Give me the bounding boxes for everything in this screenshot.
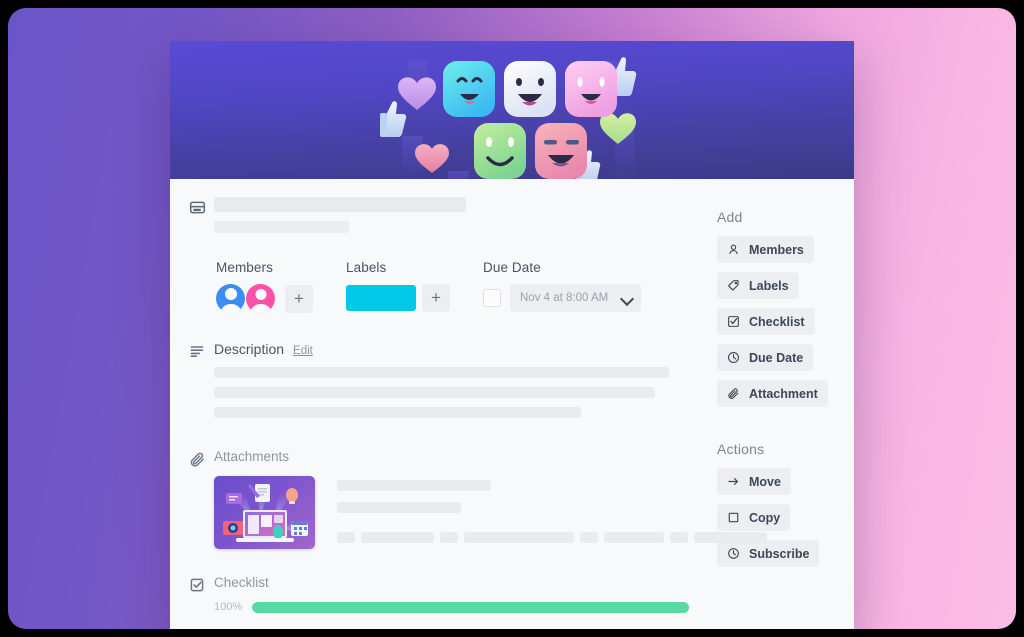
person-icon <box>727 243 740 256</box>
chevron-down-icon <box>622 293 633 304</box>
description-section: Description Edit <box>170 341 703 427</box>
description-lines-icon <box>180 341 214 427</box>
card-meta-row: Members + Labels + Due Date Nov 4 at 8:0… <box>170 233 703 313</box>
description-title: Description <box>214 341 285 357</box>
paperclip-icon <box>180 449 214 549</box>
sidebar-add-members-label: Members <box>749 242 804 257</box>
sidebar-add-labels-label: Labels <box>749 278 789 293</box>
card-title-row <box>170 197 703 233</box>
sidebar-add-checklist[interactable]: Checklist <box>717 308 815 335</box>
sidebar-add-members[interactable]: Members <box>717 236 814 263</box>
attachments-title: Attachments <box>214 449 290 464</box>
clock-icon <box>727 351 740 364</box>
sidebar-add-attachment-label: Attachment <box>749 386 818 401</box>
emoji-smirk-face <box>535 123 587 179</box>
checklist-section: Checklist 100% <box>170 575 703 613</box>
emoji-surprised-face <box>565 61 617 117</box>
banner-illustration <box>380 57 637 179</box>
background-gradient: Members + Labels + Due Date Nov 4 at 8:0… <box>8 8 1016 629</box>
labels-label: Labels <box>346 260 387 275</box>
sidebar-add-checklist-label: Checklist <box>749 314 805 329</box>
labels-field: Labels + <box>346 260 450 313</box>
card-detail-panel: Members + Labels + Due Date Nov 4 at 8:0… <box>170 41 854 629</box>
add-label-button[interactable]: + <box>422 284 450 312</box>
attachments-section: Attachments <box>170 449 767 549</box>
paperclip-icon <box>727 387 740 400</box>
attachment-tags-placeholder <box>337 532 767 543</box>
emoji-laugh-face <box>504 61 556 117</box>
thumbs-up-left-icon <box>380 101 407 137</box>
tag-icon <box>727 279 740 292</box>
add-member-button[interactable]: + <box>285 284 313 313</box>
attachment-thumbnail-laptop-illustration[interactable] <box>214 476 315 549</box>
member-avatar-blue[interactable] <box>216 284 245 313</box>
due-date-label: Due Date <box>483 260 541 275</box>
sidebar-add-due-date-label: Due Date <box>749 350 804 365</box>
checklist-progress-bar <box>252 601 689 613</box>
due-date-field: Due Date Nov 4 at 8:00 AM <box>483 260 642 313</box>
card-sidebar: Add Members Labels Checklist Due Date At… <box>703 179 854 629</box>
checkbox-checked-icon <box>180 575 214 613</box>
sidebar-add-due-date[interactable]: Due Date <box>717 344 814 371</box>
sidebar-add-heading: Add <box>717 209 743 225</box>
members-label: Members <box>216 260 273 275</box>
attachment-size-placeholder <box>337 502 461 513</box>
due-date-checkbox[interactable] <box>483 289 501 307</box>
sidebar-add-labels[interactable]: Labels <box>717 272 799 299</box>
attachment-name-placeholder <box>337 480 491 491</box>
description-edit-link[interactable]: Edit <box>293 345 313 357</box>
due-date-select[interactable]: Nov 4 at 8:00 AM <box>510 284 642 312</box>
emoji-smile-face <box>474 123 526 179</box>
emoji-grin-face <box>443 61 495 117</box>
checkbox-checked-icon <box>727 315 740 328</box>
checklist-percent-label: 100% <box>214 601 243 613</box>
checklist-title: Checklist <box>214 575 269 590</box>
due-date-value: Nov 4 at 8:00 AM <box>520 292 609 304</box>
members-field: Members + <box>216 260 313 313</box>
card-main-content: Members + Labels + Due Date Nov 4 at 8:0… <box>170 179 767 629</box>
sidebar-add-attachment[interactable]: Attachment <box>717 380 828 407</box>
member-avatar-pink[interactable] <box>246 284 275 313</box>
card-window-icon <box>180 197 214 233</box>
label-chip-cyan[interactable] <box>346 285 416 311</box>
card-title-placeholder <box>214 197 466 212</box>
card-subtitle-placeholder <box>214 221 349 233</box>
card-cover-banner <box>170 41 854 179</box>
attachment-meta <box>337 476 767 549</box>
description-placeholder-lines <box>214 367 689 418</box>
